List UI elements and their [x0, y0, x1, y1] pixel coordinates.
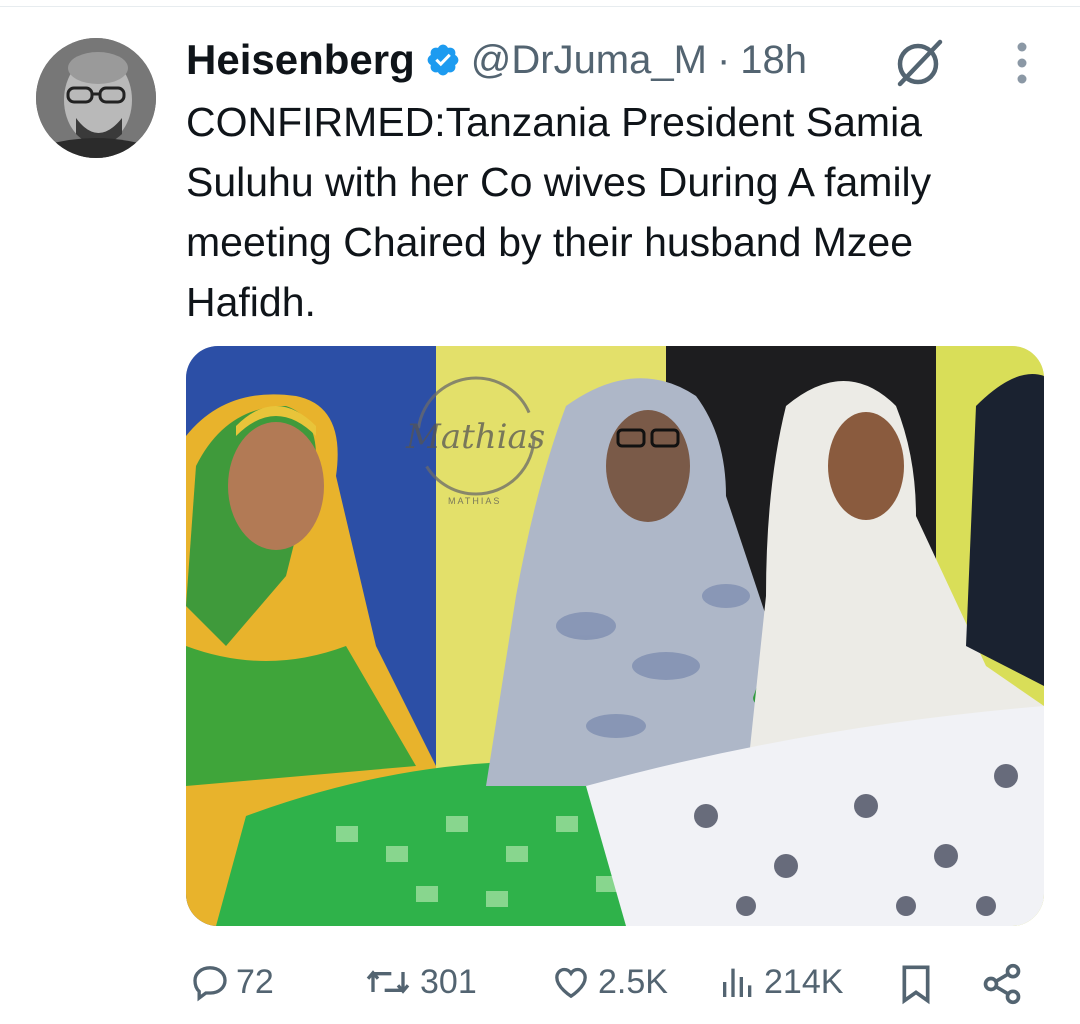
- tweet-text: CONFIRMED:Tanzania President Samia Suluh…: [186, 99, 932, 325]
- grok-icon[interactable]: [892, 36, 948, 88]
- tweet-action-bar: 72 301 2.5K 214K: [0, 950, 1080, 1020]
- views-button[interactable]: 214K: [718, 962, 843, 1002]
- bookmark-icon: [902, 965, 930, 1005]
- retweet-button[interactable]: 301: [362, 962, 477, 1002]
- like-button[interactable]: 2.5K: [550, 962, 668, 1002]
- avatar-image: [36, 38, 156, 158]
- retweet-icon: [366, 970, 410, 994]
- reply-count: 72: [236, 962, 274, 1001]
- author-handle[interactable]: @DrJuma_M: [471, 38, 707, 83]
- media-watermark: Mathias: [405, 417, 545, 457]
- header-separator: ·: [716, 37, 731, 82]
- views-icon: [723, 968, 752, 997]
- more-icon[interactable]: [1012, 40, 1032, 86]
- retweet-count: 301: [420, 962, 477, 1001]
- tweet-header: Heisenberg @DrJuma_M · 18h: [186, 30, 807, 90]
- media-watermark-sub: MATHIAS: [448, 496, 501, 506]
- top-divider: [0, 6, 1080, 7]
- bookmark-button[interactable]: [896, 962, 936, 1006]
- like-icon: [555, 967, 587, 999]
- avatar[interactable]: [36, 38, 156, 158]
- like-count: 2.5K: [598, 962, 668, 1001]
- share-button[interactable]: [980, 962, 1024, 1006]
- views-count: 214K: [764, 962, 844, 1001]
- tweet-timestamp[interactable]: 18h: [740, 38, 807, 83]
- verified-badge-icon: [425, 42, 461, 78]
- reply-button[interactable]: 72: [190, 962, 274, 1002]
- reply-icon: [193, 966, 227, 1002]
- author-name[interactable]: Heisenberg: [186, 36, 415, 84]
- tweet-media-photo[interactable]: Mathias MATHIAS: [186, 346, 1044, 926]
- share-icon: [983, 963, 1021, 1005]
